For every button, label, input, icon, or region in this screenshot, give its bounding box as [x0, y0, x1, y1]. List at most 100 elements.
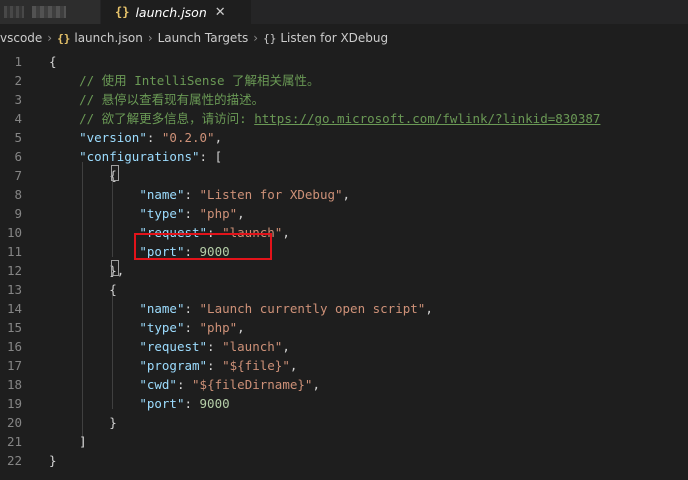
code-line[interactable]: 22}	[0, 451, 688, 470]
line-number: 11	[6, 244, 22, 259]
code-token: "port"	[139, 396, 185, 411]
line-number: 16	[6, 339, 22, 354]
code-line[interactable]: 18 "cwd": "${fileDirname}",	[0, 375, 688, 394]
code-token: :	[184, 187, 200, 202]
code-line[interactable]: 5 "version": "0.2.0",	[0, 128, 688, 147]
code-token: :	[176, 377, 193, 392]
code-line[interactable]: 20 }	[0, 413, 688, 432]
code-token: "type"	[139, 206, 185, 221]
code-text: "request": "launch",	[49, 337, 290, 356]
code-line[interactable]: 21 ]	[0, 432, 688, 451]
breadcrumb: vscode › {} launch.json › Launch Targets…	[0, 28, 688, 48]
tab-bar: {} launch.json ✕	[0, 0, 688, 25]
code-text: ]	[49, 432, 87, 451]
code-token: "name"	[139, 187, 185, 202]
code-text: "cwd": "${fileDirname}",	[49, 375, 320, 394]
code-text: "version": "0.2.0",	[49, 128, 222, 147]
code-token: ]	[49, 434, 87, 449]
code-token: :	[184, 301, 200, 316]
code-line[interactable]: 4 // 欲了解更多信息，请访问: https://go.microsoft.c…	[0, 109, 688, 128]
line-number: 1	[14, 54, 22, 69]
code-text: "program": "${file}",	[49, 356, 297, 375]
code-token: :	[207, 339, 223, 354]
code-token: "version"	[79, 130, 147, 145]
line-number: 18	[6, 377, 22, 392]
code-token: {	[49, 168, 117, 183]
code-line[interactable]: 1{	[0, 52, 688, 71]
code-line[interactable]: 19 "port": 9000	[0, 394, 688, 413]
code-token: "type"	[139, 320, 185, 335]
code-token: {	[49, 54, 57, 69]
line-number: 17	[6, 358, 22, 373]
code-line[interactable]: 10 "request": "launch",	[0, 223, 688, 242]
breadcrumb-item[interactable]: Listen for XDebug	[280, 31, 388, 45]
code-token: "request"	[139, 339, 208, 354]
code-token: "${file}"	[222, 358, 290, 373]
code-line[interactable]: 8 "name": "Listen for XDebug",	[0, 185, 688, 204]
code-line[interactable]: 6 "configurations": [	[0, 147, 688, 166]
code-token: : [	[199, 149, 223, 164]
line-number: 13	[6, 282, 22, 297]
code-token: :	[184, 396, 200, 411]
code-token: "name"	[139, 301, 185, 316]
line-number: 2	[14, 73, 22, 88]
close-icon[interactable]: ✕	[215, 5, 226, 20]
line-number: 12	[6, 263, 22, 278]
tab-launch-json[interactable]: {} launch.json ✕	[101, 0, 251, 24]
code-token: 9000	[199, 396, 230, 411]
line-number: 19	[6, 396, 22, 411]
code-line[interactable]: 2 // 使用 IntelliSense 了解相关属性。	[0, 71, 688, 90]
blurred-tab-label	[32, 6, 66, 18]
code-token: :	[184, 320, 200, 335]
line-number: 8	[14, 187, 22, 202]
breadcrumb-section[interactable]: Launch Targets	[158, 31, 249, 45]
code-line[interactable]: 3 // 悬停以查看现有属性的描述。	[0, 90, 688, 109]
code-line[interactable]: 13 {	[0, 280, 688, 299]
code-line[interactable]: 14 "name": "Launch currently open script…	[0, 299, 688, 318]
line-number: 14	[6, 301, 22, 316]
json-file-icon: {}	[115, 5, 130, 19]
code-token: }	[49, 415, 117, 430]
code-line[interactable]: 9 "type": "php",	[0, 204, 688, 223]
line-number: 21	[6, 434, 22, 449]
code-token: "${fileDirname}"	[192, 377, 313, 392]
code-token: }	[49, 453, 57, 468]
code-line[interactable]: 15 "type": "php",	[0, 318, 688, 337]
code-line[interactable]: 17 "program": "${file}",	[0, 356, 688, 375]
code-token[interactable]: https://go.microsoft.com/fwlink/?linkid=…	[254, 111, 600, 126]
object-icon: {}	[263, 31, 277, 45]
chevron-right-icon: ›	[47, 31, 53, 45]
code-token: :	[207, 358, 223, 373]
code-text: "port": 9000	[49, 394, 230, 413]
code-token: "program"	[139, 358, 208, 373]
breadcrumb-file[interactable]: launch.json	[74, 31, 142, 45]
breadcrumb-folder[interactable]: vscode	[0, 31, 42, 45]
code-line[interactable]: 11 "port": 9000	[0, 242, 688, 261]
code-line[interactable]: 12 },	[0, 261, 688, 280]
code-token: // 欲了解更多信息，请访问:	[49, 111, 255, 126]
code-token: ,	[282, 339, 290, 354]
code-text: // 使用 IntelliSense 了解相关属性。	[49, 71, 320, 90]
code-token: // 使用 IntelliSense 了解相关属性。	[49, 73, 320, 88]
code-editor[interactable]: 1{2 // 使用 IntelliSense 了解相关属性。 3 // 悬停以查看…	[0, 48, 688, 480]
code-text: {	[49, 52, 57, 71]
code-line[interactable]: 16 "request": "launch",	[0, 337, 688, 356]
code-token: "cwd"	[139, 377, 177, 392]
blurred-tab-icon	[4, 6, 24, 18]
code-text: }	[49, 413, 117, 432]
line-number: 22	[6, 453, 22, 468]
tab-inactive[interactable]	[0, 0, 101, 24]
code-token: ,	[312, 377, 320, 392]
code-line[interactable]: 7 {	[0, 166, 688, 185]
bracket-match-indicator	[111, 260, 119, 276]
code-text: "configurations": [	[49, 147, 222, 166]
code-text: // 悬停以查看现有属性的描述。	[49, 90, 264, 109]
code-token: ,	[342, 187, 351, 202]
code-token: :	[146, 130, 162, 145]
code-text: "name": "Listen for XDebug",	[49, 185, 350, 204]
